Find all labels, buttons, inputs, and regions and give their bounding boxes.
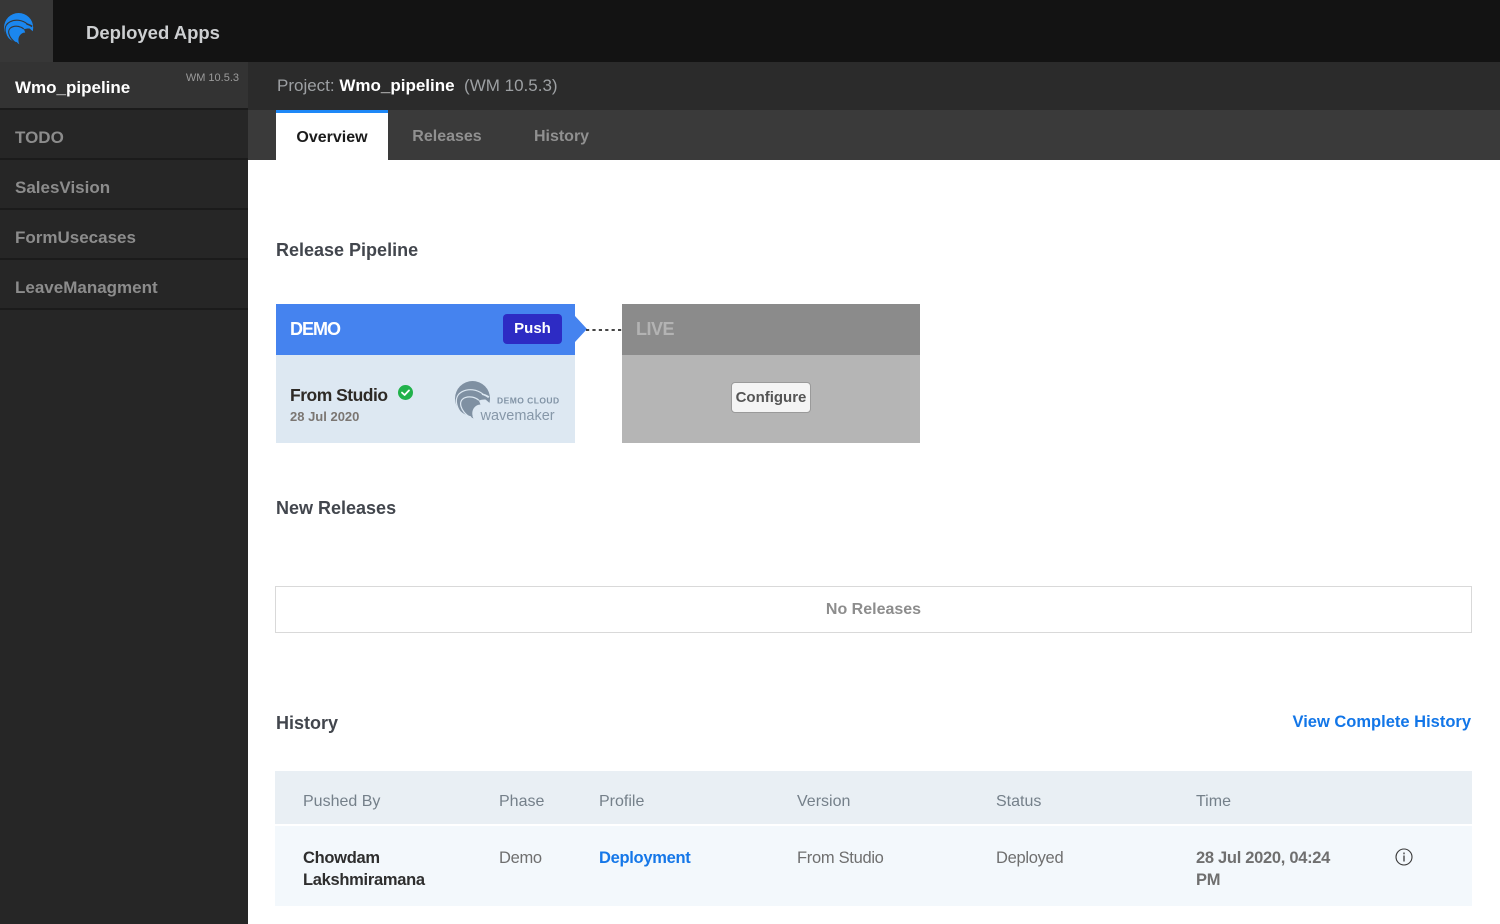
svg-text:wavemaker: wavemaker [480,408,555,421]
svg-text:DEMO CLOUD: DEMO CLOUD [497,395,560,405]
